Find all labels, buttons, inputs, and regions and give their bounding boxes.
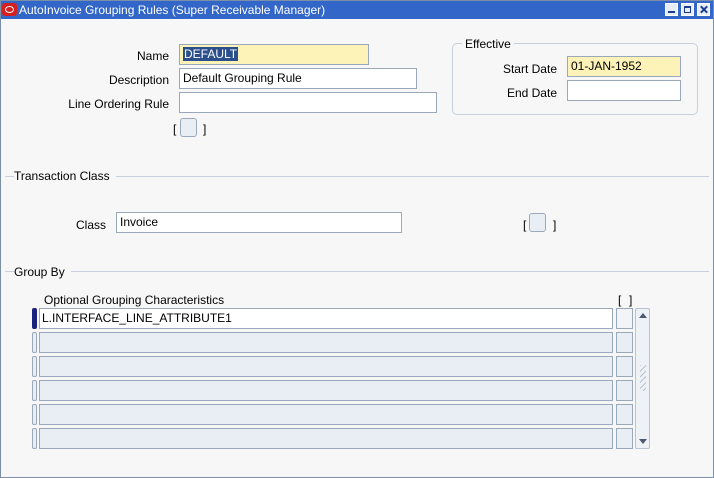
record-indicator[interactable] (32, 380, 37, 401)
maximize-icon[interactable] (681, 3, 694, 16)
grouping-characteristic-value: L.INTERFACE_LINE_ATTRIBUTE1 (42, 311, 232, 325)
name-label: Name (136, 49, 169, 63)
grouping-characteristic-row[interactable] (39, 428, 613, 449)
scroll-down-arrow-icon[interactable] (639, 439, 647, 444)
scroll-up-arrow-icon[interactable] (639, 313, 647, 318)
row-flexfield-cell[interactable] (616, 428, 633, 449)
description-field[interactable]: Default Grouping Rule (179, 68, 417, 89)
bracket-open: [ (173, 122, 177, 136)
minimize-icon[interactable] (665, 3, 678, 16)
line-ordering-rule-field[interactable] (179, 92, 437, 113)
grouping-characteristic-row[interactable] (39, 380, 613, 401)
transaction-class-section-title: Transaction Class (14, 169, 116, 183)
class-field[interactable]: Invoice (116, 212, 402, 233)
row-flexfield-cell[interactable] (616, 404, 633, 425)
description-label: Description (108, 73, 169, 87)
row-flexfield-cell[interactable] (616, 356, 633, 377)
row-flexfield-cell[interactable] (616, 332, 633, 353)
group-by-divider (5, 271, 709, 272)
class-bracket-open: [ (523, 218, 527, 232)
grouping-characteristic-row[interactable] (39, 404, 613, 425)
start-date-label: Start Date (502, 62, 557, 76)
group-by-section-title: Group By (14, 265, 71, 279)
title-bar: AutoInvoice Grouping Rules (Super Receiv… (1, 1, 713, 19)
name-field[interactable]: DEFAULT (179, 44, 369, 65)
grouping-characteristic-row[interactable] (39, 332, 613, 353)
row-flexfield-cell[interactable] (616, 308, 633, 329)
bracket-close: ] (203, 122, 207, 136)
current-record-indicator[interactable] (32, 308, 37, 329)
grid-bracket-open: [ (618, 293, 622, 307)
line-ordering-rule-label: Line Ordering Rule (68, 97, 169, 111)
name-value: DEFAULT (183, 47, 239, 61)
effective-group-title: Effective (462, 37, 514, 51)
record-indicator[interactable] (32, 356, 37, 377)
class-flexfield-button[interactable] (529, 213, 546, 232)
effective-group (452, 43, 698, 115)
end-date-label: End Date (506, 86, 557, 100)
grouping-characteristic-row[interactable] (39, 356, 613, 377)
row-flexfield-cell[interactable] (616, 380, 633, 401)
grouping-rules-window: AutoInvoice Grouping Rules (Super Receiv… (0, 0, 714, 478)
descriptive-flexfield-button[interactable] (180, 118, 197, 137)
oracle-logo-icon (2, 3, 17, 16)
grid-vertical-scrollbar[interactable] (635, 308, 650, 449)
grid-bracket-close: ] (629, 293, 633, 307)
end-date-field[interactable] (567, 80, 681, 101)
window-title: AutoInvoice Grouping Rules (Super Receiv… (19, 3, 326, 17)
class-bracket-close: ] (553, 218, 557, 232)
grouping-characteristic-row[interactable]: L.INTERFACE_LINE_ATTRIBUTE1 (39, 308, 613, 329)
class-label: Class (75, 218, 106, 232)
start-date-field[interactable]: 01-JAN-1952 (567, 56, 681, 77)
record-indicator[interactable] (32, 332, 37, 353)
scroll-grip-icon[interactable] (640, 365, 646, 391)
record-indicator[interactable] (32, 404, 37, 425)
record-indicator[interactable] (32, 428, 37, 449)
optional-grouping-characteristics-header: Optional Grouping Characteristics (44, 293, 225, 307)
close-icon[interactable] (697, 3, 710, 16)
